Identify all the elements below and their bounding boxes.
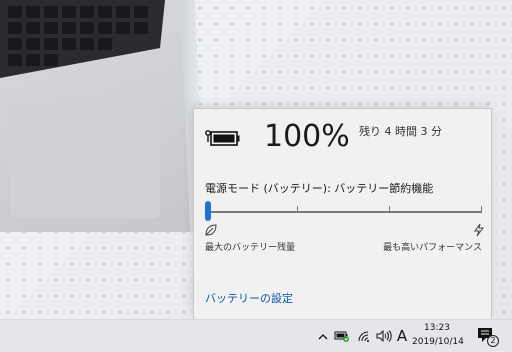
- power-mode-label: 電源モード (バッテリー): バッテリー節約機能: [205, 182, 434, 195]
- volume-icon[interactable]: [376, 320, 392, 352]
- wallpaper-touchpad: [10, 88, 160, 218]
- slider-tick: [481, 206, 482, 211]
- clock-time: 13:23: [424, 323, 450, 333]
- slider-track: [205, 211, 482, 213]
- battery-percent: 100%: [264, 119, 350, 154]
- slider-thumb[interactable]: [205, 201, 211, 221]
- battery-time-remaining: 残り 4 時間 3 分: [359, 125, 442, 138]
- chevron-up-icon[interactable]: [316, 320, 330, 352]
- battery-settings-link[interactable]: バッテリーの設定: [205, 290, 293, 306]
- slider-tick: [389, 206, 390, 211]
- ime-indicator[interactable]: A: [396, 320, 408, 352]
- battery-icon: [205, 130, 240, 146]
- battery-charging-icon[interactable]: [333, 320, 351, 352]
- wifi-icon[interactable]: [356, 320, 372, 352]
- clock-date: 2019/10/14: [412, 337, 464, 347]
- taskbar: A 13:23 2019/10/14 2: [0, 319, 512, 351]
- wallpaper-keyboard: [0, 0, 165, 78]
- slider-max-label: 最も高いパフォーマンス: [383, 243, 482, 253]
- leaf-icon: [205, 224, 217, 236]
- slider-tick: [297, 206, 298, 211]
- power-mode-slider[interactable]: [205, 201, 482, 221]
- battery-flyout: 100% 残り 4 時間 3 分 電源モード (バッテリー): バッテリー節約機…: [193, 108, 492, 319]
- slider-min-label: 最大のバッテリー残量: [205, 243, 296, 253]
- notification-count-badge: 2: [487, 335, 499, 347]
- taskbar-clock[interactable]: 13:23 2019/10/14: [412, 320, 464, 352]
- notification-button[interactable]: 2: [472, 325, 500, 349]
- lightning-icon: [474, 224, 484, 236]
